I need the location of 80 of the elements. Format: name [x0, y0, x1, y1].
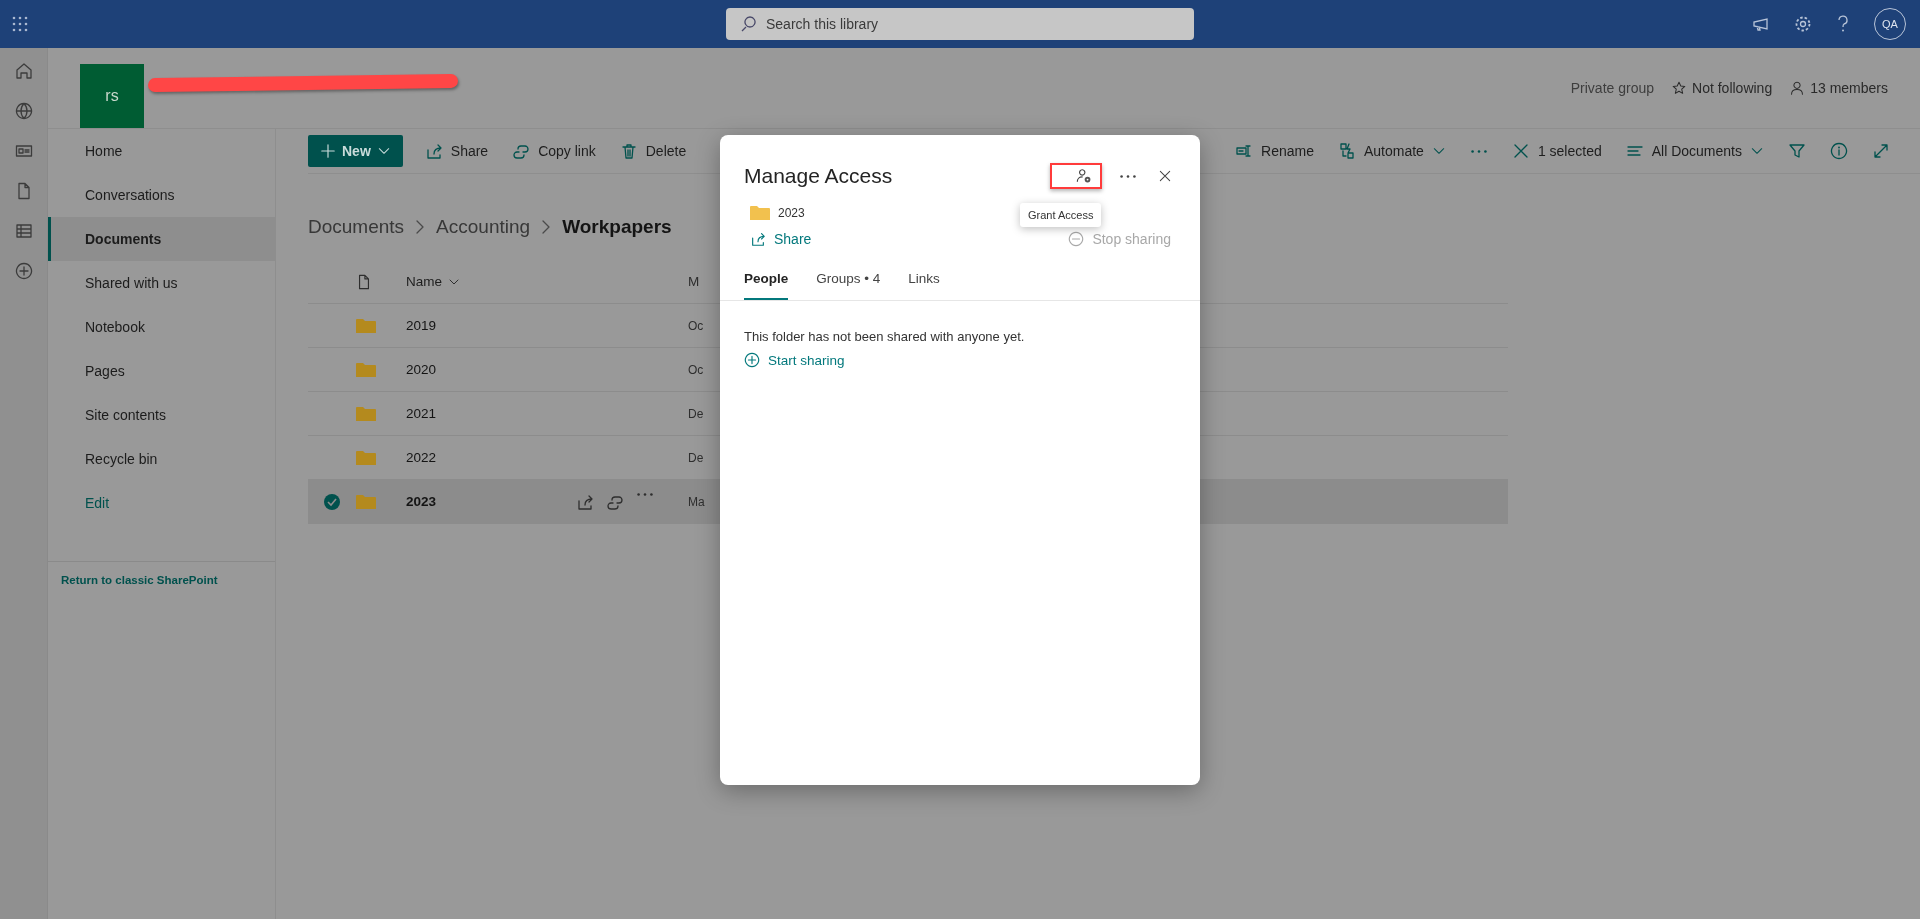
nav-item[interactable]: Home	[48, 129, 275, 173]
link-button[interactable]: Copy link	[502, 135, 606, 167]
megaphone-icon[interactable]	[1752, 15, 1770, 33]
nav-item[interactable]: Documents	[48, 217, 275, 261]
home-icon[interactable]	[14, 62, 33, 80]
add-icon	[744, 352, 760, 368]
empty-message: This folder has not been shared with anyone yet.	[743, 328, 1026, 344]
automate-icon	[1337, 142, 1356, 160]
delete-button[interactable]: Delete	[609, 135, 697, 167]
breadcrumb-item[interactable]: Documents	[308, 216, 405, 238]
nav-item[interactable]: Conversations	[48, 173, 275, 217]
search-icon	[740, 16, 756, 32]
folder-icon	[356, 493, 376, 510]
table-cell-text: Ma	[688, 494, 706, 509]
clear-button[interactable]: 1 selected	[1501, 135, 1612, 167]
person-icon	[1790, 81, 1805, 95]
folder-icon	[356, 405, 376, 422]
folder-icon	[356, 449, 376, 466]
more-icon	[636, 492, 654, 496]
tab[interactable]: People	[744, 271, 789, 300]
add-icon[interactable]	[14, 262, 33, 280]
new-button[interactable]: New	[308, 135, 403, 167]
filter-icon	[1788, 142, 1806, 160]
folder-icon	[356, 317, 376, 334]
breadcrumb-item: Workpapers	[562, 216, 672, 238]
privacy-label: Private group	[1570, 80, 1655, 96]
star-icon	[1672, 81, 1687, 95]
item-name: 2023	[778, 206, 805, 220]
column-header[interactable]: Name	[406, 274, 442, 289]
folder-icon	[356, 361, 376, 378]
tooltip: Grant Access	[1020, 203, 1102, 227]
close-icon	[1158, 169, 1172, 183]
help-icon[interactable]	[1836, 15, 1850, 33]
table-cell-text: De	[688, 406, 705, 421]
dialog-title: Manage Access	[744, 164, 893, 188]
settings-icon[interactable]	[1794, 15, 1812, 33]
share-icon	[750, 231, 766, 247]
share-icon	[424, 142, 443, 160]
share-button[interactable]: Share	[414, 135, 499, 167]
expand-icon	[1872, 142, 1890, 160]
list-icon[interactable]	[14, 222, 33, 240]
table-cell-text: 2022	[405, 450, 438, 465]
file-type-icon	[356, 272, 372, 291]
table-cell-text: Oc	[688, 318, 705, 333]
people-gear-icon[interactable]	[1076, 168, 1092, 184]
edit-link[interactable]: Edit	[48, 481, 275, 525]
table-cell-text: Oc	[688, 362, 705, 377]
more-icon	[1120, 174, 1136, 178]
automate-button[interactable]: Automate	[1327, 135, 1456, 167]
checkmark-icon[interactable]	[323, 492, 341, 511]
rename-button[interactable]: Rename	[1225, 135, 1324, 167]
tab[interactable]: Links	[908, 271, 940, 300]
nav-item[interactable]: Recycle bin	[48, 437, 275, 481]
view-button[interactable]: All Documents	[1615, 135, 1774, 167]
table-cell-text: 2019	[405, 318, 438, 333]
start-sharing-link[interactable]: Start sharing	[720, 344, 1200, 368]
members-button[interactable]: 13 members	[1790, 80, 1888, 96]
table-cell-text: De	[688, 450, 705, 465]
news-icon[interactable]	[14, 142, 33, 160]
globe-icon[interactable]	[14, 102, 33, 120]
breadcrumb-item[interactable]: Accounting	[436, 216, 531, 238]
plus-icon	[320, 143, 336, 159]
nav-item[interactable]: Site contents	[48, 393, 275, 437]
site-logo[interactable]: rs	[80, 64, 144, 128]
info-icon	[1830, 142, 1848, 160]
table-cell-text: 2020	[405, 362, 438, 377]
folder-icon	[750, 205, 770, 221]
share-link[interactable]: Share	[750, 231, 812, 247]
nav-item[interactable]: Pages	[48, 349, 275, 393]
search-field[interactable]: Search this library	[726, 8, 1194, 40]
app-launcher-icon[interactable]	[12, 16, 28, 32]
more-icon	[1469, 149, 1488, 153]
classic-link[interactable]: Return to classic SharePoint	[61, 574, 218, 586]
tab[interactable]: Groups • 4	[816, 271, 881, 300]
table-cell-text: 2023	[405, 494, 438, 509]
nav-item[interactable]: Notebook	[48, 305, 275, 349]
link-icon	[512, 142, 531, 160]
table-cell-text: 2021	[405, 406, 438, 421]
nav-item[interactable]: Shared with us	[48, 261, 275, 305]
follow-button[interactable]: Not following	[1672, 80, 1773, 96]
